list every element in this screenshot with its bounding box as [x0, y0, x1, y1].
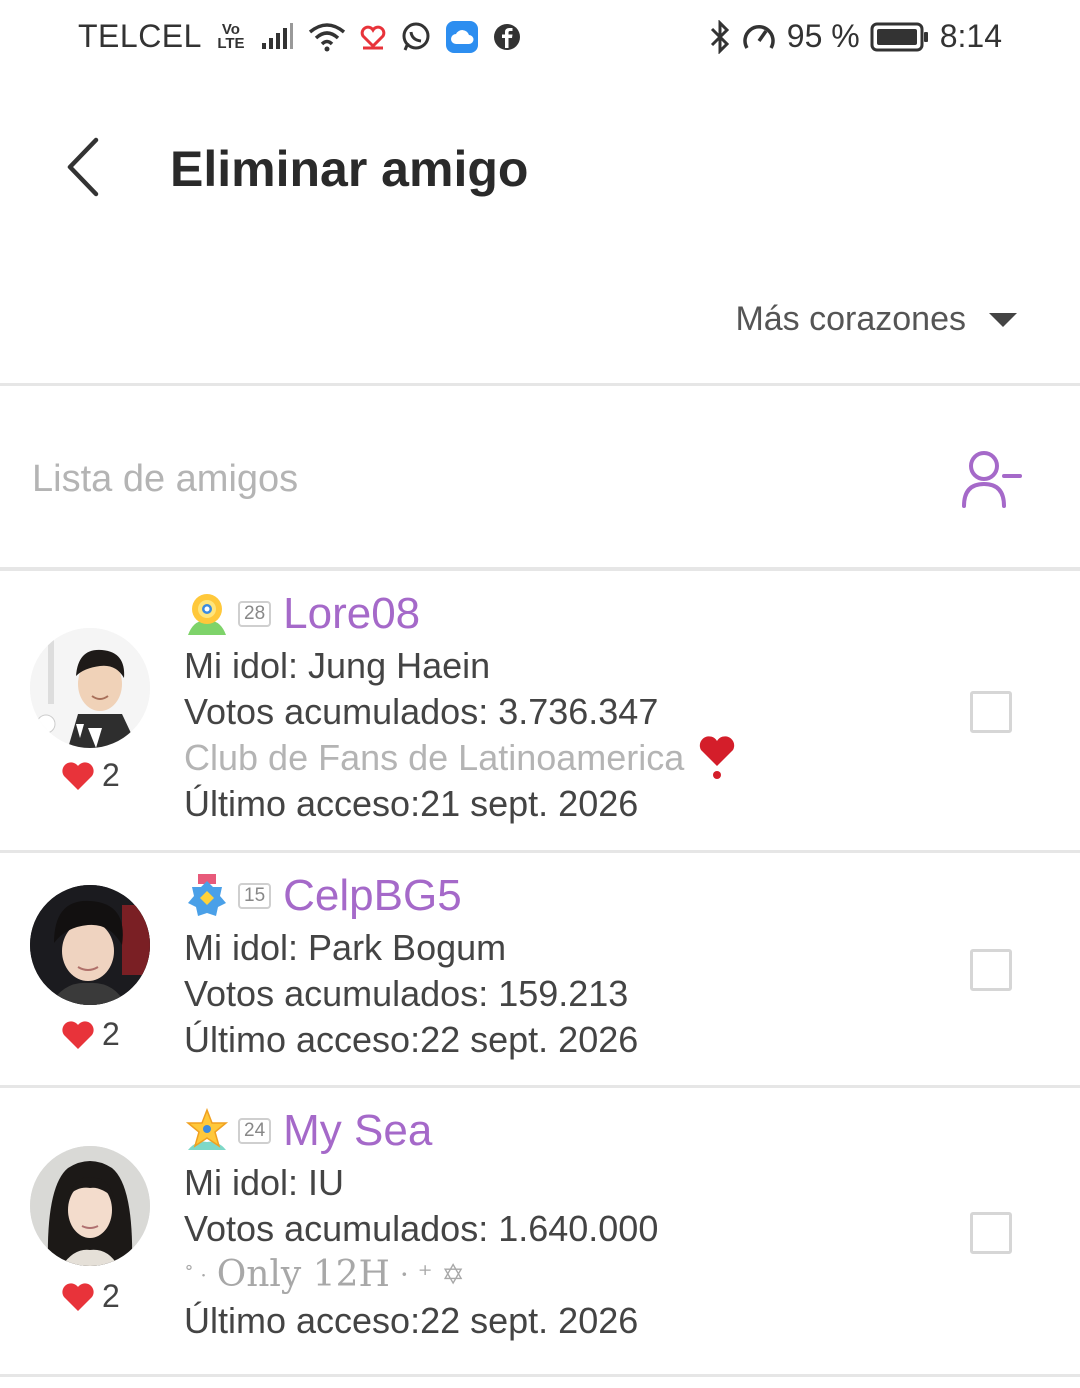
- app-header: Eliminar amigo: [0, 100, 1080, 240]
- name-row: 24 My Sea: [184, 1102, 658, 1160]
- hearts-count: 2: [102, 1016, 120, 1052]
- friend-votes: Votos acumulados: 3.736.347: [184, 691, 659, 732]
- remove-user-icon: [962, 451, 1022, 508]
- remove-user-button[interactable]: [958, 446, 1024, 512]
- divider: [0, 383, 1080, 386]
- medal-badge-icon: [188, 874, 226, 916]
- friend-select-checkbox[interactable]: [970, 691, 1012, 733]
- club-name: Only 12H: [216, 1254, 390, 1295]
- sort-dropdown[interactable]: Más corazones: [735, 300, 1018, 339]
- avatar: [30, 1146, 150, 1266]
- heart-icon: [62, 1282, 94, 1311]
- friend-votes: Votos acumulados: 1.640.000: [184, 1208, 659, 1249]
- friend-last-access: Último acceso:22 sept. 2026: [184, 1300, 639, 1341]
- heart-icon: [62, 761, 94, 790]
- name-row: 28 Lore08: [184, 585, 736, 643]
- friend-select-checkbox[interactable]: [970, 949, 1012, 991]
- friend-info: 24 My Sea Mi idol: IU Votos acumulados: …: [184, 1102, 658, 1344]
- sort-label: Más corazones: [735, 300, 966, 338]
- friend-row[interactable]: 2 24 My Sea Mi idol: IU Votos acumulados…: [0, 1088, 1080, 1377]
- battery-icon: [870, 22, 930, 52]
- heart-icon: [62, 1020, 94, 1049]
- friend-idol: Mi idol: Jung Haein: [184, 645, 491, 686]
- avatar: [30, 628, 150, 748]
- clock: 8:14: [939, 18, 1002, 54]
- sunflower-badge-icon: [188, 594, 226, 635]
- sparkle-icon: ˚ ·: [184, 1263, 207, 1287]
- friend-club: ˚ · Only 12H · ⁺ ✡: [184, 1252, 658, 1298]
- friends-list-header: Lista de amigos: [0, 388, 1080, 568]
- chevron-left-icon: [67, 137, 99, 197]
- signal-icon: [260, 22, 294, 51]
- club-name: Club de Fans de Latinoamerica: [184, 737, 685, 778]
- friend-row[interactable]: 2 28 Lore08 Mi idol: Jung Haein Votos ac…: [0, 571, 1080, 853]
- whatsapp-icon: [400, 21, 432, 53]
- hearts-counter: 2: [60, 1278, 120, 1315]
- hearts-count: 2: [102, 757, 120, 793]
- back-button[interactable]: [56, 132, 116, 202]
- wifi-icon: [308, 22, 346, 52]
- avatar: [30, 885, 150, 1005]
- status-left: TELCEL Vo LTE: [78, 18, 522, 55]
- heart-app-icon: [360, 24, 386, 50]
- friend-info: 28 Lore08 Mi idol: Jung Haein Votos acum…: [184, 585, 736, 827]
- friend-row[interactable]: 2 15 CelpBG5 Mi idol: Park Bogum Votos a…: [0, 853, 1080, 1088]
- friend-name[interactable]: CelpBG5: [283, 871, 462, 921]
- caret-down-icon: [989, 312, 1017, 327]
- status-bar: TELCEL Vo LTE 95 % 8:14: [0, 0, 1080, 80]
- level-badge: 15: [238, 883, 272, 909]
- battery-percent: 95 %: [786, 18, 860, 54]
- status-right: 95 % 8:14: [709, 18, 1002, 55]
- friend-info: 15 CelpBG5 Mi idol: Park Bogum Votos acu…: [184, 867, 638, 1063]
- friend-last-access: Último acceso:21 sept. 2026: [184, 783, 639, 824]
- hearts-count: 2: [102, 1278, 120, 1314]
- hearts-counter: 2: [60, 1016, 120, 1053]
- cloud-icon: [445, 20, 478, 53]
- sparkle-star-icon: · ⁺ ✡: [399, 1258, 465, 1291]
- friend-votes: Votos acumulados: 159.213: [184, 973, 629, 1014]
- friend-name[interactable]: My Sea: [283, 1106, 432, 1156]
- friend-name[interactable]: Lore08: [283, 589, 420, 639]
- level-badge: 24: [238, 1118, 272, 1144]
- name-row: 15 CelpBG5: [184, 867, 638, 925]
- friend-idol: Mi idol: IU: [184, 1162, 345, 1203]
- facebook-icon: [492, 22, 522, 52]
- level-badge: 28: [238, 601, 272, 627]
- list-title: Lista de amigos: [32, 458, 299, 500]
- volte-indicator: Vo LTE: [216, 22, 246, 52]
- friend-select-checkbox[interactable]: [970, 1212, 1012, 1254]
- bluetooth-icon: [709, 19, 731, 54]
- speed-icon: [741, 21, 777, 53]
- page-title: Eliminar amigo: [170, 141, 529, 197]
- star-badge-icon: [185, 1108, 229, 1150]
- friend-last-access: Último acceso:22 sept. 2026: [184, 1019, 639, 1060]
- carrier-label: TELCEL: [78, 18, 202, 54]
- hearts-counter: 2: [60, 757, 120, 794]
- friend-club: Club de Fans de Latinoamerica: [184, 735, 736, 781]
- volte-bottom: LTE: [217, 34, 245, 52]
- heart-exclamation-icon: [700, 736, 735, 779]
- friend-idol: Mi idol: Park Bogum: [184, 927, 507, 968]
